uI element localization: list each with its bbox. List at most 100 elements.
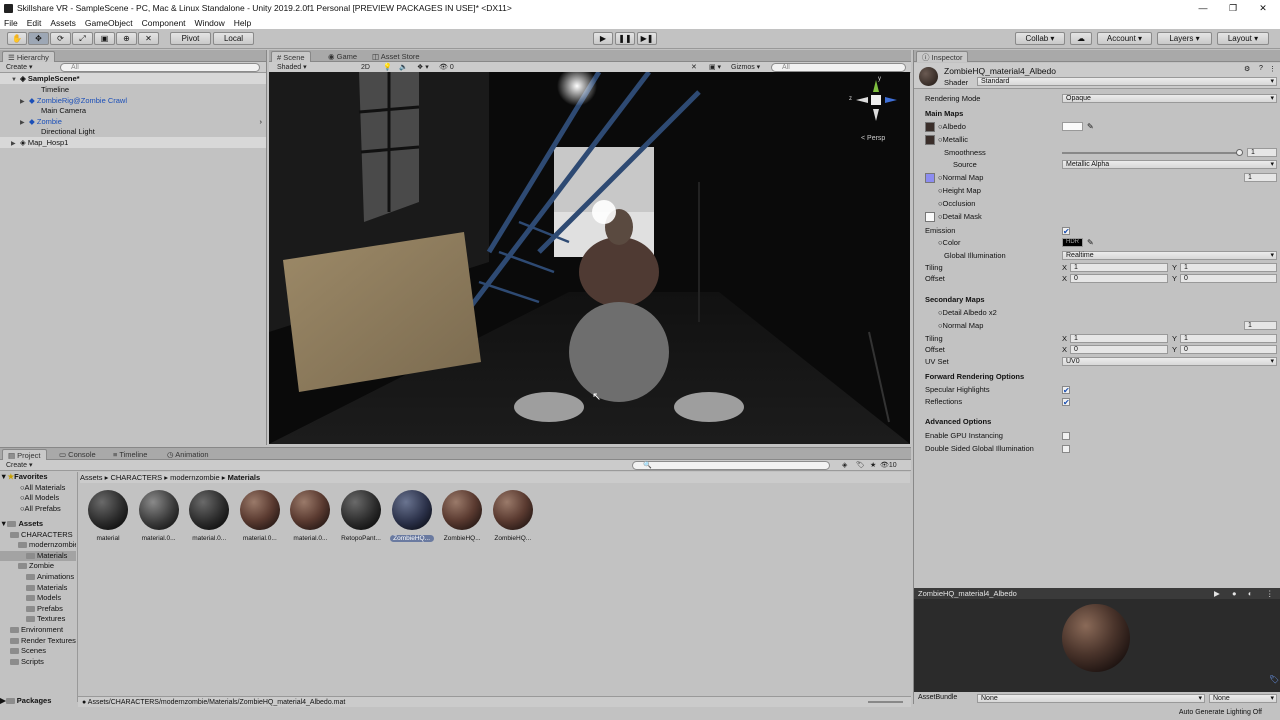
layout-dropdown[interactable]: Layout ▾	[1217, 32, 1269, 45]
albedo-texture-slot[interactable]	[925, 122, 935, 132]
account-dropdown[interactable]: Account ▾	[1097, 32, 1152, 45]
layers-dropdown[interactable]: Layers ▾	[1157, 32, 1212, 45]
favorite-star-icon[interactable]: ★	[870, 461, 876, 470]
material-preview-sphere[interactable]	[1062, 604, 1130, 672]
eyedropper-icon[interactable]: ✎	[1087, 237, 1094, 249]
folder-tree-item[interactable]: Zombie	[0, 561, 76, 572]
perspective-label[interactable]: < Persp	[861, 135, 885, 142]
filter-type-icon[interactable]: ◈	[842, 461, 847, 470]
normal-texture-slot[interactable]	[925, 173, 935, 183]
icon-size-slider[interactable]	[868, 701, 903, 703]
preview-menu-icon[interactable]: ⋮	[1266, 588, 1274, 599]
assetbundle-variant-dropdown[interactable]: None	[1209, 694, 1277, 703]
shading-dropdown[interactable]: Shaded ▾	[277, 63, 357, 72]
effects-toggle-icon[interactable]: ❖ ▾	[417, 63, 429, 72]
folder-tree-item[interactable]: Models	[0, 593, 76, 604]
audio-toggle-icon[interactable]: 🔈	[399, 63, 408, 72]
asset-item[interactable]: ZombieHQ...	[389, 490, 434, 542]
favorite-item[interactable]: ○All Materials	[0, 483, 76, 494]
reflections-checkbox[interactable]	[1062, 397, 1070, 409]
albedo-color-field[interactable]	[1062, 122, 1083, 131]
offset2-y-field[interactable]: 0	[1180, 345, 1277, 354]
transform-tool-icon[interactable]: ⊕	[116, 32, 137, 45]
breadcrumb-item-current[interactable]: Materials	[228, 473, 261, 482]
pause-button[interactable]: ❚❚	[615, 32, 635, 45]
asset-item[interactable]: RetopoPant...	[339, 490, 383, 542]
folder-tree-item[interactable]: Textures	[0, 614, 76, 625]
shader-dropdown[interactable]: Standard	[977, 77, 1277, 86]
expand-icon[interactable]: ▶	[0, 696, 6, 705]
scene-viewport[interactable]: y z < Persp ↖	[269, 72, 910, 444]
menu-gameobject[interactable]: GameObject	[85, 18, 133, 28]
menu-icon[interactable]: ⋮	[1269, 65, 1276, 73]
camera-icon[interactable]: ▣ ▾	[709, 63, 721, 72]
tiling-x-field[interactable]: 1	[1070, 263, 1168, 272]
asset-item[interactable]: material.0...	[187, 490, 231, 542]
specular-checkbox[interactable]	[1062, 385, 1070, 397]
tab-scene[interactable]: # Scene	[271, 51, 311, 62]
hierarchy-create-button[interactable]: Create ▾	[6, 63, 32, 72]
scene-orientation-gizmo[interactable]: y z	[849, 76, 899, 123]
chevron-right-icon[interactable]: ›	[260, 116, 263, 127]
gizmos-dropdown[interactable]: Gizmos ▾	[731, 63, 760, 72]
folder-tree-item[interactable]: Materials	[0, 583, 76, 594]
breadcrumb-item[interactable]: CHARACTERS	[110, 473, 162, 482]
local-toggle[interactable]: Local	[213, 32, 254, 45]
gpu-instancing-checkbox[interactable]	[1062, 432, 1070, 440]
pivot-toggle[interactable]: Pivot	[170, 32, 211, 45]
offset-y-field[interactable]: 0	[1180, 274, 1277, 283]
breadcrumb-item[interactable]: Assets	[80, 473, 103, 482]
tab-inspector[interactable]: ⓘ Inspector	[916, 51, 969, 62]
folder-tree-item[interactable]: Prefabs	[0, 604, 76, 615]
source-dropdown[interactable]: Metallic Alpha	[1062, 160, 1277, 169]
normal-scale-field[interactable]: 1	[1244, 173, 1277, 182]
2d-toggle[interactable]: 2D	[361, 63, 370, 72]
offset-x-field[interactable]: 0	[1070, 274, 1168, 283]
favorite-item[interactable]: ○All Models	[0, 493, 76, 504]
tag-icon[interactable]: 🏷	[1269, 675, 1279, 684]
folder-tree-item[interactable]: Materials	[0, 550, 76, 562]
eyedropper-icon[interactable]: ✎	[1087, 121, 1094, 133]
menu-assets[interactable]: Assets	[50, 18, 76, 28]
folder-tree-item[interactable]: Environment	[0, 625, 76, 636]
step-button[interactable]: ▶❚	[637, 32, 657, 45]
menu-file[interactable]: File	[4, 18, 18, 28]
double-sided-gi-checkbox[interactable]	[1062, 445, 1070, 453]
project-search-input[interactable]: 🔍	[632, 461, 830, 470]
tab-game[interactable]: ◉ Game	[323, 51, 362, 62]
offset2-x-field[interactable]: 0	[1070, 345, 1168, 354]
tiling2-x-field[interactable]: 1	[1070, 334, 1168, 343]
folder-tree-item[interactable]: Scenes	[0, 646, 76, 657]
collab-button[interactable]: Collab ▾	[1015, 32, 1065, 45]
smoothness-slider-handle[interactable]	[1236, 149, 1243, 156]
play-button[interactable]: ▶	[593, 32, 613, 45]
favorite-item[interactable]: ○All Prefabs	[0, 504, 76, 515]
minimize-button[interactable]: —	[1188, 0, 1218, 16]
smoothness-slider-track[interactable]	[1062, 152, 1240, 154]
tab-project[interactable]: ▤ Project	[2, 449, 47, 460]
folder-tree-item[interactable]: Render Textures	[0, 636, 76, 647]
hierarchy-item-zombie[interactable]: ▶ ◆ Zombie ›	[0, 116, 266, 127]
folder-tree-item[interactable]: CHARACTERS	[0, 530, 76, 541]
detail-mask-slot[interactable]	[925, 212, 935, 222]
hierarchy-scene-row[interactable]: ▼ ◈ SampleScene*	[0, 73, 266, 84]
tab-console[interactable]: ▭ Console	[54, 449, 101, 460]
light-toggle-icon[interactable]: 💡	[383, 63, 392, 72]
hierarchy-item-main-camera[interactable]: Main Camera	[0, 105, 266, 116]
breadcrumb-item[interactable]: modernzombie	[170, 473, 220, 482]
menu-window[interactable]: Window	[195, 18, 225, 28]
hierarchy-item-map[interactable]: ▶ ◈ Map_Hosp1	[0, 136, 266, 148]
visibility-icon[interactable]: 👁 0	[439, 63, 454, 72]
menu-component[interactable]: Component	[142, 18, 186, 28]
folder-tree-item[interactable]: Animations	[0, 572, 76, 583]
asset-item[interactable]: material	[86, 490, 130, 542]
tab-asset-store[interactable]: ◫ Asset Store	[367, 51, 425, 62]
rotate-tool-icon[interactable]: ⟳	[50, 32, 71, 45]
maximize-button[interactable]: ❐	[1218, 0, 1248, 16]
settings-icon[interactable]: ⚙	[1244, 65, 1250, 73]
scale-tool-icon[interactable]: ⤢	[72, 32, 93, 45]
metallic-texture-slot[interactable]	[925, 135, 935, 145]
gi-dropdown[interactable]: Realtime	[1062, 251, 1277, 260]
emission-color-field[interactable]: HDR	[1062, 238, 1083, 247]
asset-item[interactable]: material.0...	[238, 490, 282, 542]
